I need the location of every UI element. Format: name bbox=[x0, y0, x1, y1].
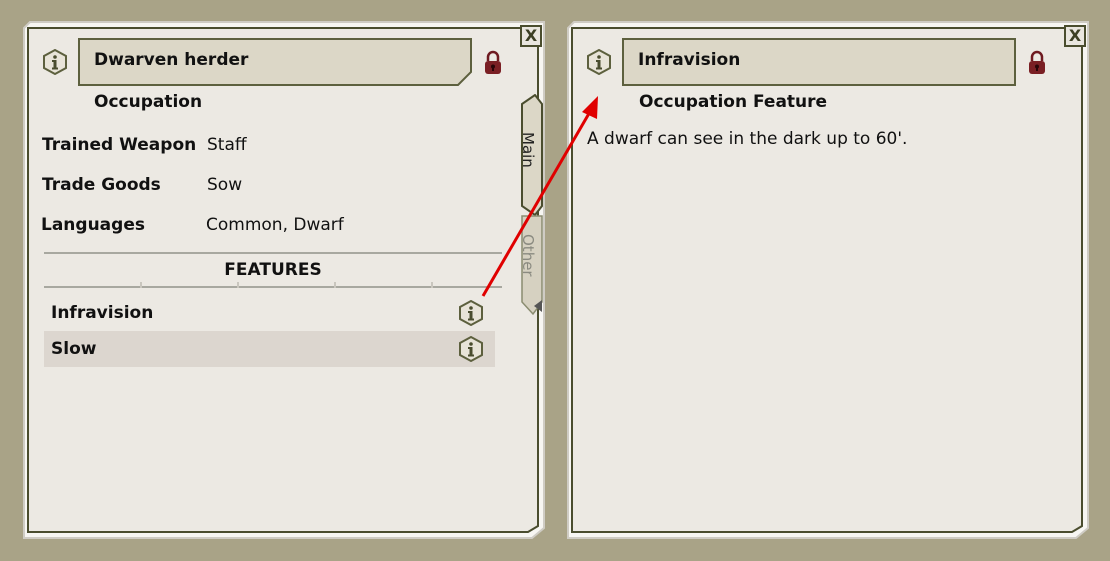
header-divider bbox=[334, 282, 336, 288]
close-button[interactable]: X bbox=[1064, 25, 1086, 47]
tab-main[interactable]: Main bbox=[519, 94, 543, 216]
record-type-label: Occupation bbox=[94, 92, 203, 112]
record-title: Dwarven herder bbox=[94, 50, 249, 70]
trained-weapon-label: Trained Weapon bbox=[42, 135, 197, 155]
close-button[interactable]: X bbox=[520, 25, 542, 47]
info-icon[interactable] bbox=[458, 336, 484, 362]
lock-icon[interactable] bbox=[483, 50, 503, 76]
info-icon[interactable] bbox=[42, 49, 68, 75]
close-icon: X bbox=[1068, 26, 1082, 45]
record-type-label: Occupation Feature bbox=[639, 92, 828, 112]
languages-value[interactable]: Common, Dwarf bbox=[206, 215, 344, 235]
record-window-dwarven-herder: X Dwarven herder Occupation Trained Weap… bbox=[22, 20, 546, 540]
features-header-label: FEATURES bbox=[224, 260, 322, 280]
feature-name: Slow bbox=[51, 339, 97, 359]
tab-other[interactable]: Other bbox=[519, 210, 543, 316]
close-icon: X bbox=[524, 26, 538, 45]
info-icon[interactable] bbox=[586, 49, 612, 75]
name-field[interactable]: Infravision bbox=[622, 38, 1016, 86]
header-divider bbox=[140, 282, 142, 288]
info-icon[interactable] bbox=[458, 300, 484, 326]
features-header: FEATURES bbox=[44, 252, 502, 288]
lock-icon[interactable] bbox=[1027, 50, 1047, 76]
header-divider bbox=[237, 282, 239, 288]
record-title: Infravision bbox=[638, 50, 741, 70]
trade-goods-label: Trade Goods bbox=[42, 175, 161, 195]
tab-other-label: Other bbox=[519, 234, 537, 277]
feature-row-infravision[interactable]: Infravision bbox=[44, 295, 495, 331]
feature-name: Infravision bbox=[51, 303, 154, 323]
name-field[interactable]: Dwarven herder bbox=[78, 38, 472, 86]
header-divider bbox=[431, 282, 433, 288]
trained-weapon-value[interactable]: Staff bbox=[207, 135, 247, 155]
record-window-infravision: X Infravision Occupation Feature A dwarf… bbox=[566, 20, 1090, 540]
feature-row-slow[interactable]: Slow bbox=[44, 331, 495, 367]
trade-goods-value[interactable]: Sow bbox=[207, 175, 242, 195]
feature-description[interactable]: A dwarf can see in the dark up to 60'. bbox=[587, 129, 907, 149]
languages-label: Languages bbox=[41, 215, 145, 235]
tab-main-label: Main bbox=[519, 132, 537, 168]
